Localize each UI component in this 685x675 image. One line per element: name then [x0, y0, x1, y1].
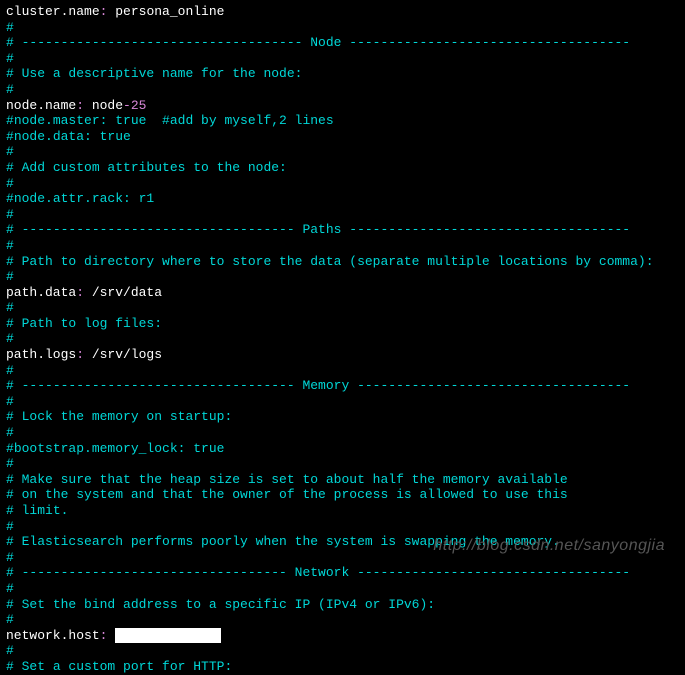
colon: :	[100, 4, 116, 19]
comment-hash: #	[6, 363, 679, 379]
comment-hash: #	[6, 269, 679, 285]
comment-hash: #	[6, 519, 679, 535]
comment-heap2: # on the system and that the owner of th…	[6, 487, 679, 503]
comment-hash: #	[6, 51, 679, 67]
comment-hash: #	[6, 331, 679, 347]
comment-heap3: # limit.	[6, 503, 679, 519]
value-cluster-name: persona_online	[115, 4, 224, 19]
comment-path-data: # Path to directory where to store the d…	[6, 254, 679, 270]
key-node-name: node.name	[6, 98, 76, 113]
comment-hash: #	[6, 144, 679, 160]
config-line-cluster: cluster.name: persona_online	[6, 4, 679, 20]
comment-bootstrap: #bootstrap.memory_lock: true	[6, 441, 679, 457]
section-header-paths: # ----------------------------------- Pa…	[6, 222, 679, 238]
section-header-memory: # ----------------------------------- Me…	[6, 378, 679, 394]
comment-node-master: #node.master: true #add by myself,2 line…	[6, 113, 679, 129]
watermark-text: http://blog.csdn.net/sanyongjia	[433, 536, 665, 555]
comment-node-rack: #node.attr.rack: r1	[6, 191, 679, 207]
comment-hash: #	[6, 456, 679, 472]
comment-hash: #	[6, 612, 679, 628]
comment-http: # Set a custom port for HTTP:	[6, 659, 679, 675]
comment-bind: # Set the bind address to a specific IP …	[6, 597, 679, 613]
config-line-path-data: path.data: /srv/data	[6, 285, 679, 301]
key-cluster-name: cluster.name	[6, 4, 100, 19]
comment-memory-lock: # Lock the memory on startup:	[6, 409, 679, 425]
comment-node-desc: # Use a descriptive name for the node:	[6, 66, 679, 82]
comment-hash: #	[6, 176, 679, 192]
comment-node-data: #node.data: true	[6, 129, 679, 145]
comment-hash: #	[6, 643, 679, 659]
comment-hash: #	[6, 300, 679, 316]
redacted-value: xxxxxxxxxxxxx	[115, 628, 220, 643]
comment-hash: #	[6, 425, 679, 441]
config-line-network-host: network.host: xxxxxxxxxxxxx	[6, 628, 679, 644]
comment-hash: #	[6, 238, 679, 254]
comment-hash: #	[6, 394, 679, 410]
comment-heap1: # Make sure that the heap size is set to…	[6, 472, 679, 488]
section-header-network: # ---------------------------------- Net…	[6, 565, 679, 581]
comment-hash: #	[6, 20, 679, 36]
section-header-node: # ------------------------------------ N…	[6, 35, 679, 51]
config-line-path-logs: path.logs: /srv/logs	[6, 347, 679, 363]
comment-path-logs: # Path to log files:	[6, 316, 679, 332]
comment-hash: #	[6, 207, 679, 223]
comment-hash: #	[6, 581, 679, 597]
comment-node-attr: # Add custom attributes to the node:	[6, 160, 679, 176]
comment-hash: #	[6, 82, 679, 98]
config-line-node-name: node.name: node-25	[6, 98, 679, 114]
